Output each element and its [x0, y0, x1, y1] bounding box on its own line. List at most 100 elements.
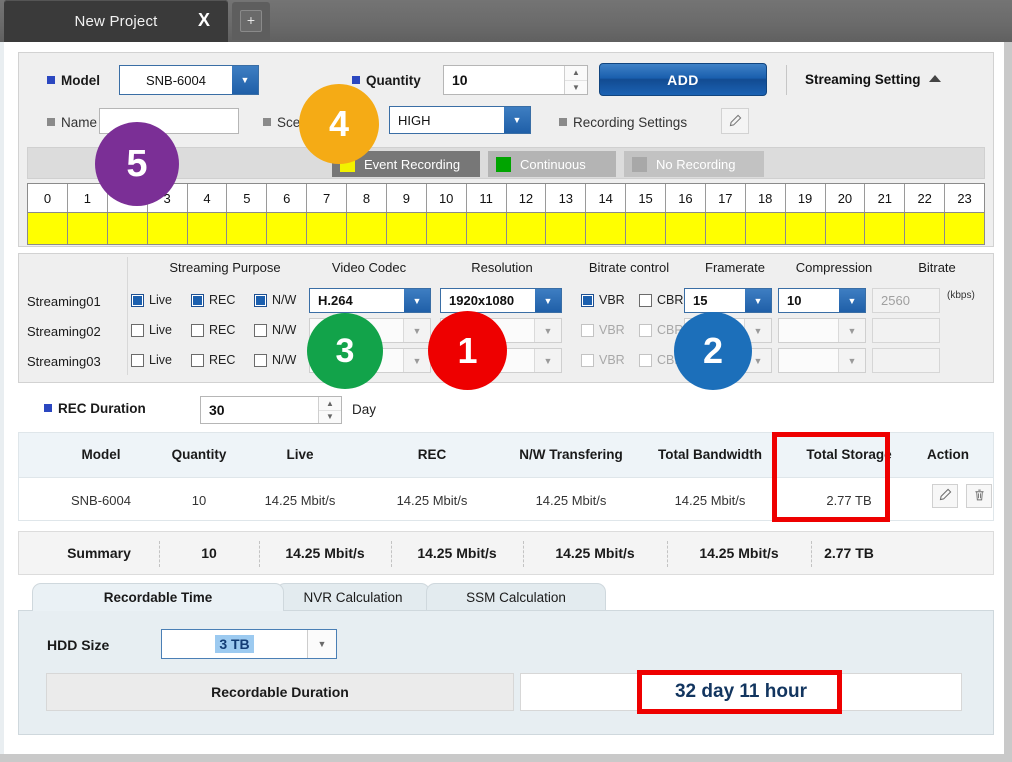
chevron-down-icon[interactable]: ▼ [404, 289, 430, 312]
stream1-live-checkbox[interactable]: Live [131, 293, 172, 307]
schedule-hour-label-6: 6 [267, 184, 307, 212]
schedule-hour-label-23: 23 [945, 184, 984, 212]
stream1-cbr-checkbox[interactable]: CBR [639, 293, 683, 307]
tab-nvr-calculation[interactable]: NVR Calculation [276, 583, 430, 611]
streaming-setting-toggle[interactable]: Streaming Setting [805, 72, 941, 87]
spin-up-icon[interactable]: ▲ [565, 66, 587, 81]
schedule-cell-6[interactable] [267, 213, 307, 244]
new-tab-button[interactable]: + [232, 2, 270, 40]
schedule-cell-17[interactable] [706, 213, 746, 244]
chevron-down-icon[interactable]: ▼ [232, 66, 258, 94]
stream1-framerate-combo[interactable]: 15 ▼ [684, 288, 772, 313]
schedule-cell-19[interactable] [786, 213, 826, 244]
model-combo[interactable]: SNB-6004 ▼ [119, 65, 259, 95]
chevron-down-icon[interactable]: ▼ [403, 319, 430, 342]
schedule-cell-5[interactable] [227, 213, 267, 244]
stream2-live-checkbox[interactable]: Live [131, 323, 172, 337]
close-icon[interactable]: X [194, 9, 214, 31]
chevron-down-icon[interactable]: ▼ [534, 349, 561, 372]
tab-new-project[interactable]: New Project X [4, 0, 228, 42]
stream1-compression-combo[interactable]: 10 ▼ [778, 288, 866, 313]
schedule-cell-1[interactable] [68, 213, 108, 244]
tab-recordable-time[interactable]: Recordable Time [32, 583, 284, 611]
hdd-size-value: 3 TB [215, 635, 253, 653]
stream2-compression-combo[interactable]: ▼ [778, 318, 866, 343]
schedule-cell-15[interactable] [626, 213, 666, 244]
schedule-cell-3[interactable] [148, 213, 188, 244]
checkbox-icon [131, 294, 144, 307]
chevron-down-icon[interactable]: ▼ [745, 289, 771, 312]
spin-up-icon[interactable]: ▲ [319, 397, 341, 411]
chevron-down-icon[interactable]: ▼ [504, 107, 530, 133]
schedule-cell-22[interactable] [905, 213, 945, 244]
stream1-codec-combo[interactable]: H.264 ▼ [309, 288, 431, 313]
schedule-cell-18[interactable] [746, 213, 786, 244]
checkbox-label: Live [149, 293, 172, 307]
results-col-live: Live [241, 447, 359, 462]
schedule-cell-20[interactable] [826, 213, 866, 244]
add-button[interactable]: ADD [599, 63, 767, 96]
tab-ssm-calculation[interactable]: SSM Calculation [426, 583, 606, 611]
delete-row-button[interactable] [966, 484, 992, 508]
recording-settings-edit-button[interactable] [721, 108, 749, 134]
quantity-spin-buttons[interactable]: ▲ ▼ [564, 66, 587, 94]
schedule-hour-label-16: 16 [666, 184, 706, 212]
recording-settings-bullet-icon [559, 118, 567, 126]
chevron-down-icon[interactable]: ▼ [307, 630, 336, 658]
schedule-hour-label-18: 18 [746, 184, 786, 212]
schedule-cell-14[interactable] [586, 213, 626, 244]
schedule-cell-16[interactable] [666, 213, 706, 244]
schedule-cell-21[interactable] [865, 213, 905, 244]
schedule-cell-10[interactable] [427, 213, 467, 244]
schedule-hour-label-20: 20 [826, 184, 866, 212]
schedule-cell-12[interactable] [507, 213, 547, 244]
stream1-nw-checkbox[interactable]: N/W [254, 293, 296, 307]
legend-continuous[interactable]: Continuous [488, 151, 616, 177]
schedule-cell-2[interactable] [108, 213, 148, 244]
results-cell-quantity: 10 [143, 493, 255, 508]
schedule-cell-9[interactable] [387, 213, 427, 244]
continuous-swatch-icon [496, 157, 511, 172]
chevron-down-icon[interactable]: ▼ [534, 319, 561, 342]
results-col-quantity: Quantity [143, 447, 255, 462]
stream3-rec-checkbox[interactable]: REC [191, 353, 235, 367]
schedule-cell-8[interactable] [347, 213, 387, 244]
stream2-vbr-checkbox[interactable]: VBR [581, 323, 625, 337]
schedule-cell-4[interactable] [188, 213, 228, 244]
stream3-nw-checkbox[interactable]: N/W [254, 353, 296, 367]
rec-duration-spin-buttons[interactable]: ▲ ▼ [318, 397, 341, 423]
scene-combo[interactable]: HIGH ▼ [389, 106, 531, 134]
quantity-stepper[interactable]: 10 ▲ ▼ [443, 65, 588, 95]
stream1-resolution-combo[interactable]: 1920x1080 ▼ [440, 288, 562, 313]
legend-no-recording[interactable]: No Recording [624, 151, 764, 177]
spin-down-icon[interactable]: ▼ [565, 81, 587, 95]
stream3-compression-combo[interactable]: ▼ [778, 348, 866, 373]
edit-row-button[interactable] [932, 484, 958, 508]
schedule-cell-0[interactable] [28, 213, 68, 244]
stream1-vbr-checkbox[interactable]: VBR [581, 293, 625, 307]
chevron-down-icon[interactable]: ▼ [403, 349, 430, 372]
chevron-down-icon[interactable]: ▼ [535, 289, 561, 312]
rec-duration-label-wrap: REC Duration [44, 401, 146, 416]
checkbox-icon [191, 324, 204, 337]
stream3-vbr-checkbox[interactable]: VBR [581, 353, 625, 367]
stream2-rec-checkbox[interactable]: REC [191, 323, 235, 337]
schedule-cell-13[interactable] [546, 213, 586, 244]
stream3-live-checkbox[interactable]: Live [131, 353, 172, 367]
chevron-down-icon[interactable]: ▼ [838, 349, 865, 372]
rec-duration-stepper[interactable]: 30 ▲ ▼ [200, 396, 342, 424]
stream1-codec-value: H.264 [310, 289, 404, 312]
stream1-rec-checkbox[interactable]: REC [191, 293, 235, 307]
schedule-cell-23[interactable] [945, 213, 984, 244]
chevron-down-icon[interactable]: ▼ [839, 289, 865, 312]
schedule-hour-cells[interactable] [28, 213, 984, 244]
spin-down-icon[interactable]: ▼ [319, 411, 341, 424]
chevron-down-icon[interactable]: ▼ [838, 319, 865, 342]
stream3-bitrate-field [872, 348, 940, 373]
schedule-cell-11[interactable] [467, 213, 507, 244]
stream2-nw-checkbox[interactable]: N/W [254, 323, 296, 337]
schedule-grid[interactable]: 01234567891011121314151617181920212223 [27, 183, 985, 245]
hdd-size-combo[interactable]: 3 TB ▼ [161, 629, 337, 659]
schedule-cell-7[interactable] [307, 213, 347, 244]
bottom-tab-strip: Recordable Time NVR Calculation SSM Calc… [18, 583, 994, 611]
